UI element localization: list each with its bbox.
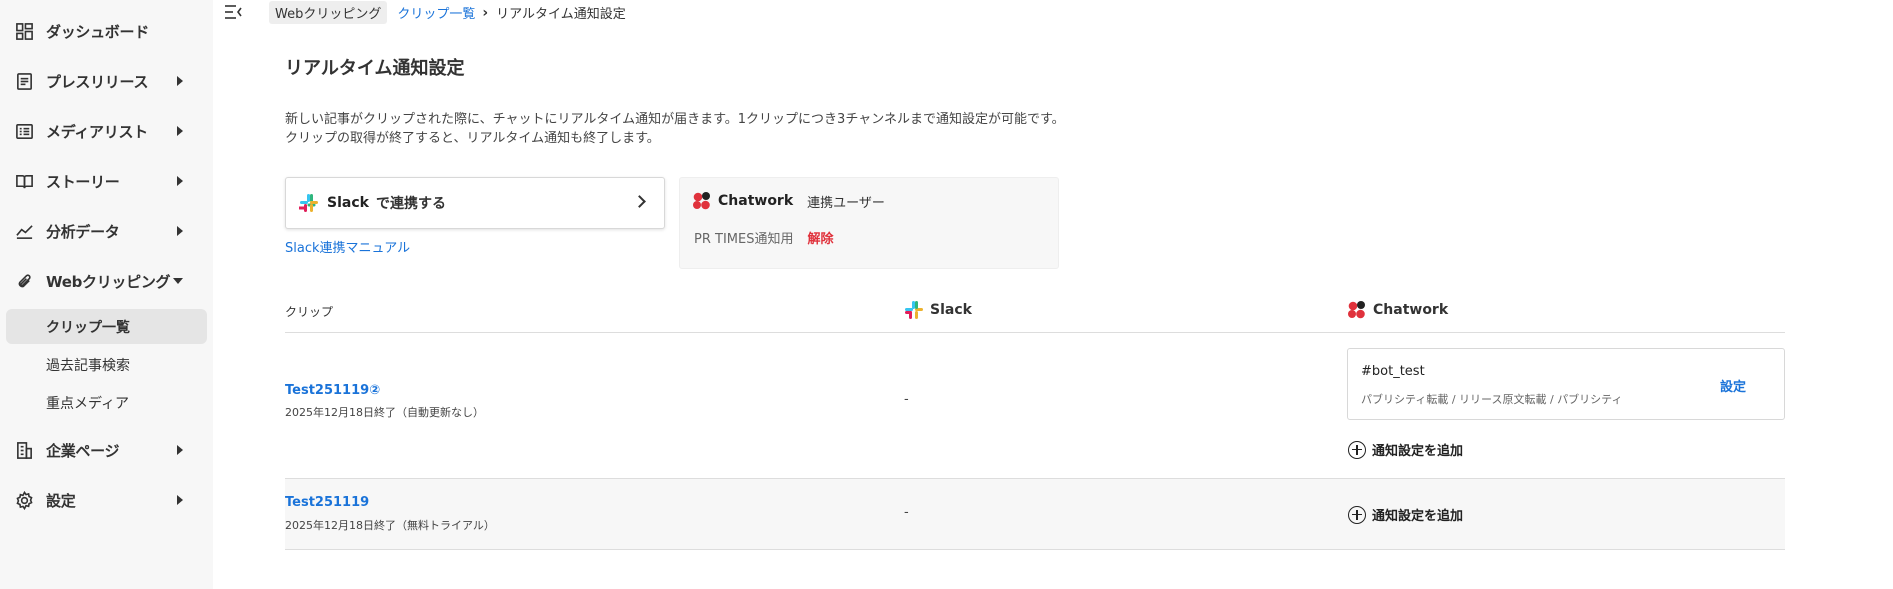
clip-status: 2025年12月18日終了（自動更新なし） <box>285 406 484 419</box>
table-row: Test251119② 2025年12月18日終了（自動更新なし） - #bot… <box>285 333 1785 479</box>
slack-connect-button[interactable]: Slack で連携する <box>285 177 665 229</box>
column-header-clip: クリップ <box>285 305 334 319</box>
sidebar-item-label: メディアリスト <box>46 122 148 141</box>
breadcrumb-current: リアルタイム通知設定 <box>496 7 626 22</box>
sidebar-item-label: 設定 <box>46 491 76 510</box>
list-icon <box>14 121 34 141</box>
add-notification-label: 通知設定を追加 <box>1372 509 1464 524</box>
sidebar-subitem-past-search[interactable]: 過去記事検索 <box>6 347 207 382</box>
page-title: リアルタイム通知設定 <box>285 58 465 79</box>
chevron-right-icon <box>633 195 646 208</box>
sidebar-item-label: ダッシュボード <box>46 22 149 41</box>
chatwork-brand-label: Chatwork <box>718 193 794 209</box>
dashboard-icon <box>14 21 34 41</box>
paperclip-icon <box>14 271 34 291</box>
chatwork-card-header: Chatwork 連携ユーザー <box>692 191 885 211</box>
sidebar-item-label: ストーリー <box>46 172 120 191</box>
sidebar-subitem-clip-list[interactable]: クリップ一覧 <box>6 309 207 344</box>
chatwork-unlink-button[interactable]: 解除 <box>807 228 833 247</box>
sidebar-item-label: Webクリッピング <box>46 272 171 291</box>
column-header-slack: Slack <box>904 300 972 320</box>
clip-name-link[interactable]: Test251119 <box>285 495 369 510</box>
add-notification-button[interactable]: 通知設定を追加 <box>1348 440 1463 459</box>
caret-down-icon <box>173 278 183 284</box>
column-header-chatwork: Chatwork <box>1347 300 1448 320</box>
slack-connect-label: で連携する <box>375 196 446 212</box>
sidebar-item-dashboard[interactable]: ダッシュボード <box>0 6 213 56</box>
clip-name-link[interactable]: Test251119② <box>285 383 380 398</box>
chatwork-channel-name: #bot_test <box>1361 364 1425 379</box>
slack-logo-icon <box>905 301 923 319</box>
sidebar-item-company-page[interactable]: 企業ページ <box>0 425 213 475</box>
description-line: 新しい記事がクリップされた際に、チャットにリアルタイム通知が届きます。1クリップ… <box>285 112 1065 127</box>
chatwork-setting-edit-button[interactable]: 設定 <box>1720 376 1746 395</box>
main-content: Webクリッピング クリップ一覧 › リアルタイム通知設定 リアルタイム通知設定… <box>213 0 1893 589</box>
sidebar-submenu: クリップ一覧 過去記事検索 重点メディア <box>0 309 213 425</box>
column-header-chatwork-label: Chatwork <box>1373 302 1449 318</box>
book-icon <box>14 171 34 191</box>
column-header-slack-label: Slack <box>930 302 972 318</box>
sidebar-item-web-clipping[interactable]: Webクリッピング <box>0 256 213 306</box>
chatwork-role-label: 連携ユーザー <box>807 195 885 211</box>
sidebar-item-label: 分析データ <box>46 222 120 241</box>
chatwork-logo-icon <box>1348 301 1365 319</box>
chatwork-account-name: PR TIMES通知用 <box>694 232 794 247</box>
caret-right-icon <box>177 76 183 86</box>
clip-status: 2025年12月18日終了（無料トライアル） <box>285 519 495 532</box>
chatwork-setting-box: #bot_test パブリシティ転載 / リリース原文転載 / パブリシティ 設… <box>1347 348 1785 420</box>
sidebar-item-label: 企業ページ <box>46 441 120 460</box>
chart-icon <box>14 221 34 241</box>
caret-right-icon <box>177 226 183 236</box>
sidebar-item-analytics[interactable]: 分析データ <box>0 206 213 256</box>
caret-right-icon <box>177 126 183 136</box>
chatwork-account: PR TIMES通知用 解除 <box>694 228 833 247</box>
sidebar-subitem-priority-media[interactable]: 重点メディア <box>6 385 207 420</box>
sidebar-item-label: プレスリリース <box>46 72 149 91</box>
caret-right-icon <box>177 445 183 455</box>
sidebar-item-press-release[interactable]: プレスリリース <box>0 56 213 106</box>
breadcrumb-root[interactable]: Webクリッピング <box>269 1 388 24</box>
slack-logo-icon <box>299 194 318 212</box>
chatwork-card: Chatwork 連携ユーザー PR TIMES通知用 解除 <box>679 177 1059 269</box>
sidebar-item-media-list[interactable]: メディアリスト <box>0 106 213 156</box>
breadcrumb: Webクリッピング クリップ一覧 › リアルタイム通知設定 <box>269 1 626 24</box>
chatwork-notification-types: パブリシティ転載 / リリース原文転載 / パブリシティ <box>1361 393 1623 406</box>
table-header: クリップ Slack Chatwork <box>285 288 1785 333</box>
sidebar: ダッシュボード プレスリリース メディアリスト ストーリー 分析データ Webク… <box>0 0 213 589</box>
plus-circle-icon <box>1348 440 1366 459</box>
add-notification-label: 通知設定を追加 <box>1372 444 1464 459</box>
plus-circle-icon <box>1348 505 1366 524</box>
slack-manual-link[interactable]: Slack連携マニュアル <box>285 237 410 256</box>
caret-right-icon <box>177 495 183 505</box>
page-description: 新しい記事がクリップされた際に、チャットにリアルタイム通知が届きます。1クリップ… <box>285 110 1185 148</box>
gear-icon <box>14 490 34 510</box>
collapse-sidebar-icon[interactable] <box>223 3 243 21</box>
breadcrumb-parent-link[interactable]: クリップ一覧 <box>397 3 475 22</box>
chevron-right-icon: › <box>482 4 489 21</box>
document-icon <box>14 71 34 91</box>
add-notification-button[interactable]: 通知設定を追加 <box>1348 505 1463 524</box>
sidebar-item-story[interactable]: ストーリー <box>0 156 213 206</box>
building-icon <box>14 440 34 460</box>
table-row: Test251119 2025年12月18日終了（無料トライアル） - 通知設定… <box>285 479 1785 550</box>
description-line: クリップの取得が終了すると、リアルタイム通知も終了します。 <box>285 131 660 146</box>
slack-setting-empty: - <box>904 505 909 520</box>
slack-setting-empty: - <box>904 392 909 407</box>
chatwork-logo-icon <box>693 192 710 210</box>
sidebar-item-settings[interactable]: 設定 <box>0 475 213 525</box>
slack-brand-label: Slack <box>327 195 369 211</box>
clip-table: クリップ Slack Chatwork Test251119② 2025年12月… <box>285 288 1785 550</box>
caret-right-icon <box>177 176 183 186</box>
